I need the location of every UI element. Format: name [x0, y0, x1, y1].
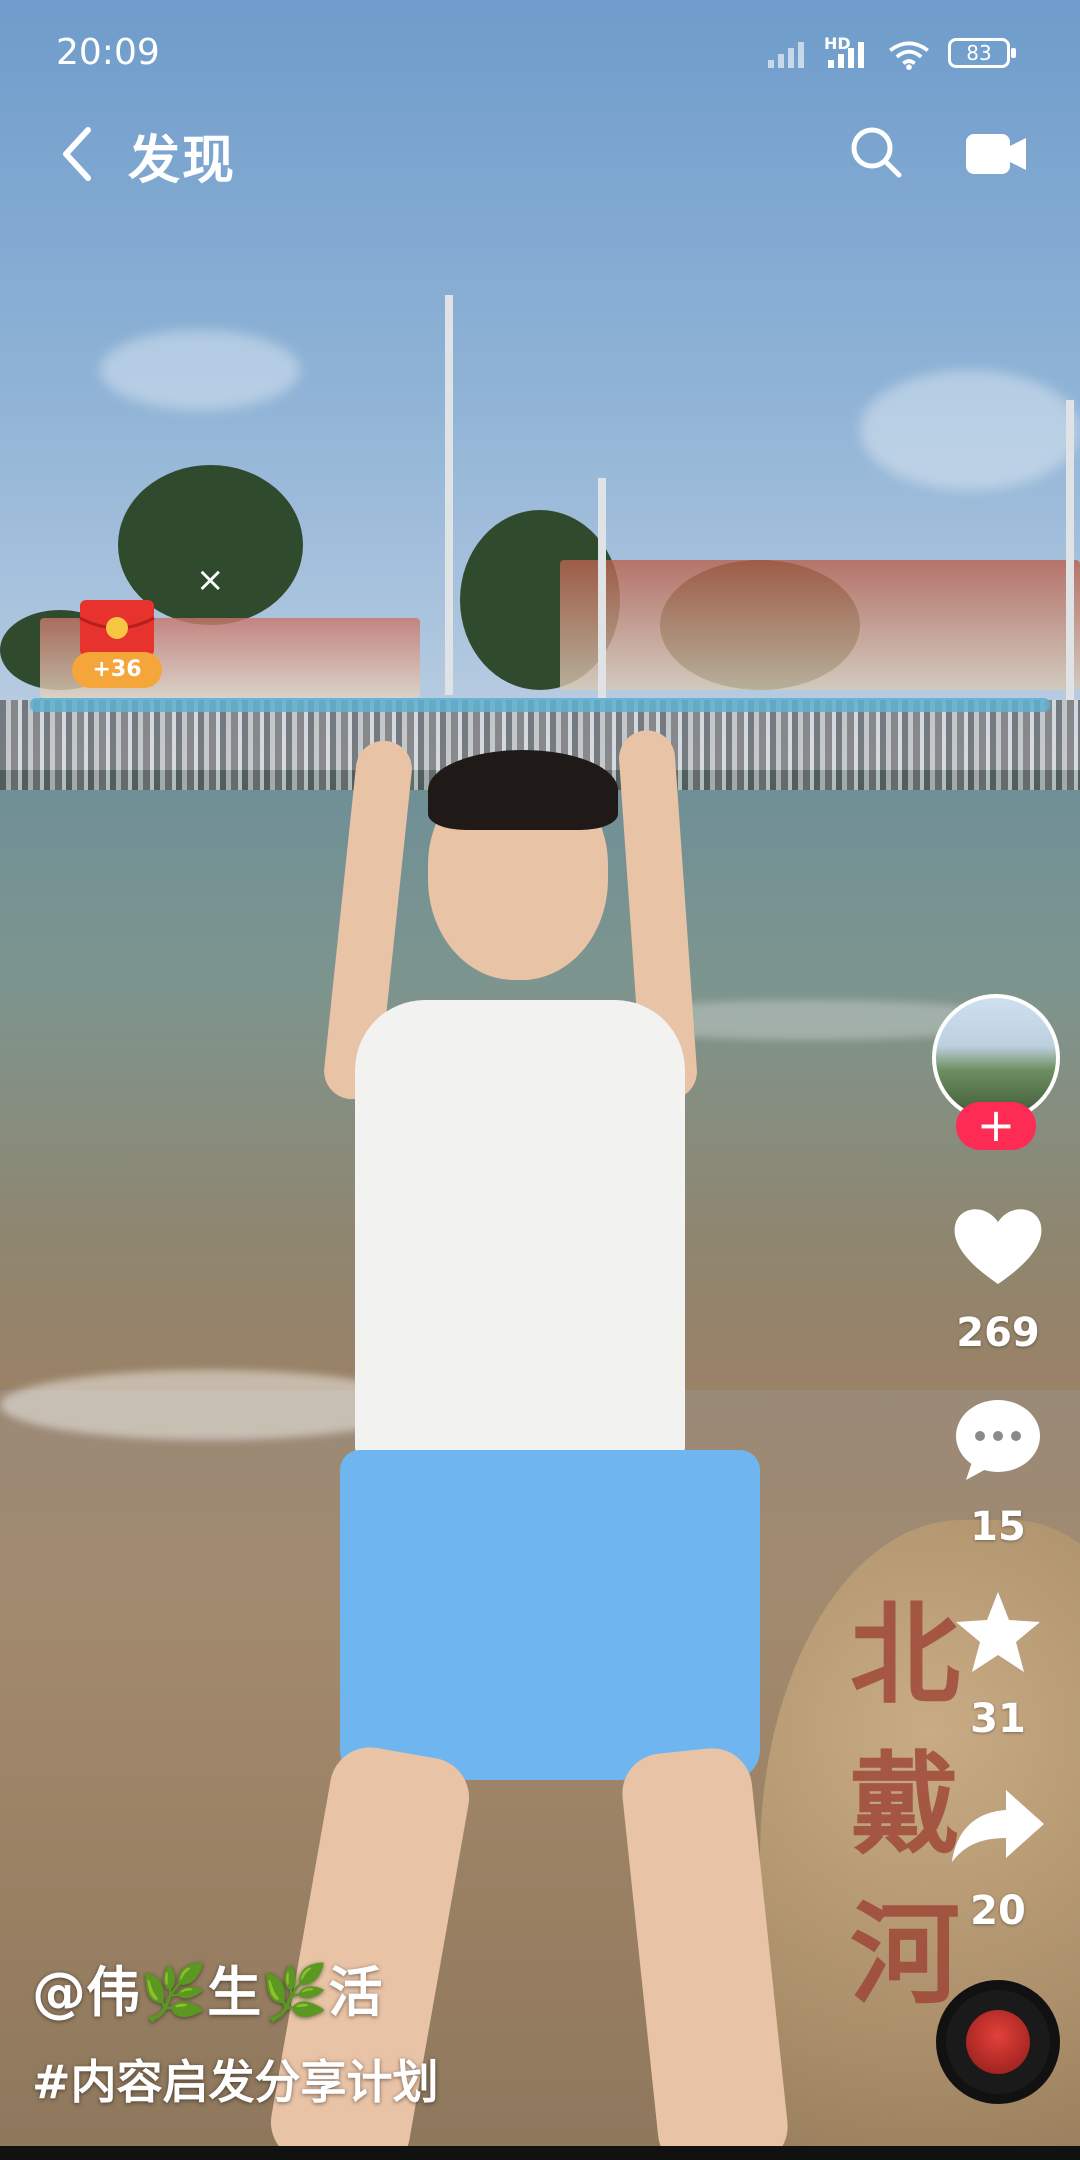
status-bar: 20:09 HD 83: [0, 0, 1080, 110]
star-icon[interactable]: [944, 1590, 1052, 1674]
hashtag-link[interactable]: #内容启发分享计划: [32, 2046, 439, 2112]
comment-count: 15: [970, 1504, 1026, 1550]
signal-icon: [768, 42, 804, 68]
comment-icon[interactable]: [944, 1398, 1052, 1482]
follow-button[interactable]: +: [956, 1102, 1036, 1150]
bottom-edge: [0, 2146, 1080, 2160]
music-disc-cover: [966, 2010, 1030, 2074]
like-count: 269: [956, 1310, 1040, 1356]
wifi-icon: [889, 41, 929, 70]
red-packet-widget[interactable]: +36: [72, 598, 162, 690]
back-arrow-icon[interactable]: [58, 124, 98, 184]
umbrellas: [30, 698, 1050, 712]
heart-icon[interactable]: [944, 1204, 1052, 1288]
cloud: [860, 370, 1080, 490]
hair: [428, 750, 618, 830]
dancing-man: [260, 728, 792, 2160]
white-shirt: [355, 1000, 685, 1470]
share-count: 20: [970, 1888, 1026, 1934]
light-tower: [445, 295, 453, 695]
right-leg: [618, 1744, 792, 2160]
page-title: 发现: [128, 131, 237, 191]
music-disc-icon[interactable]: [936, 1980, 1060, 2104]
red-packet-icon: [79, 600, 155, 656]
author-name[interactable]: @伟🌿生🌿活: [32, 1948, 382, 2027]
buildings: [560, 560, 1080, 690]
camera-icon[interactable]: [964, 132, 1028, 176]
light-tower: [598, 478, 606, 698]
cloud: [100, 330, 300, 410]
red-packet-close-icon[interactable]: ×: [196, 560, 225, 600]
search-icon[interactable]: [848, 124, 904, 180]
favorite-count: 31: [970, 1696, 1026, 1742]
red-packet-amount: +36: [72, 652, 162, 688]
light-tower: [1066, 400, 1074, 700]
blue-shorts: [340, 1450, 760, 1780]
share-icon[interactable]: [944, 1786, 1052, 1866]
status-time: 20:09: [56, 32, 160, 73]
video-screen[interactable]: 北戴河 20:09 HD 83 发现 × +36 + 269 15 31 20 …: [0, 0, 1080, 2160]
signal-strength-icon: [828, 42, 864, 68]
battery-indicator: 83: [948, 38, 1016, 68]
